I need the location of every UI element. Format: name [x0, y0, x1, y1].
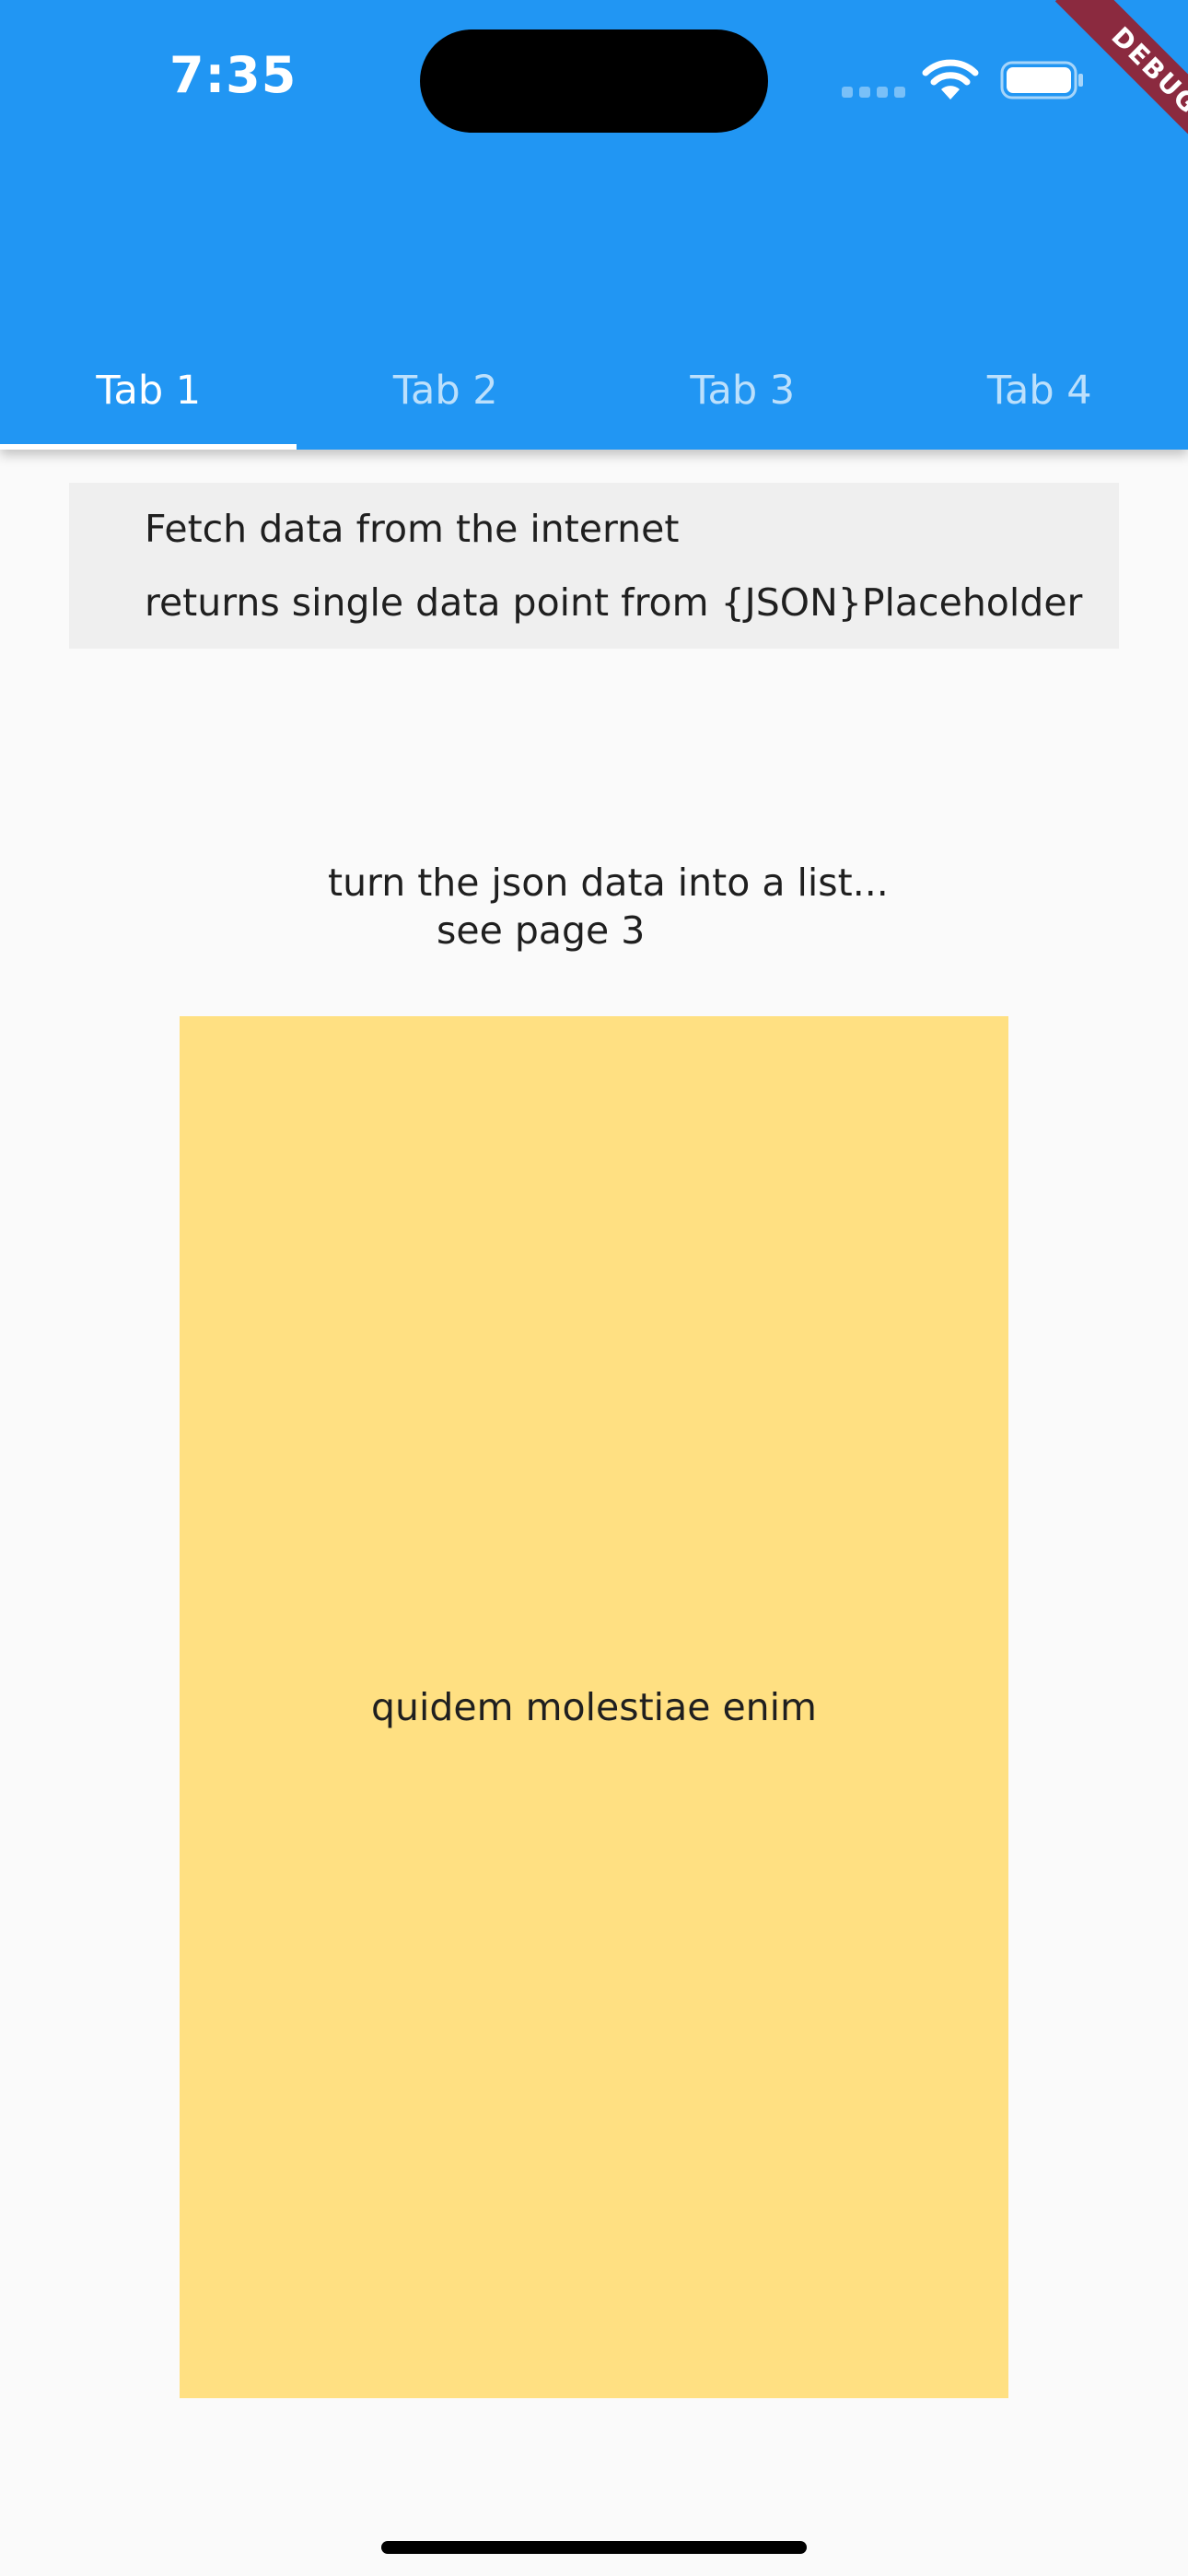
cellular-signal-icon [842, 87, 906, 100]
info-title: Fetch data from the internet [145, 507, 680, 551]
data-card: quidem molestiae enim [180, 1016, 1008, 2398]
tab-4-label: Tab 4 [986, 368, 1092, 414]
wifi-icon [922, 59, 979, 100]
note-line-2: see page 3 [437, 908, 646, 953]
note-text: turn the json data into a list... see pa… [328, 859, 917, 954]
note-line-1: turn the json data into a list... [328, 861, 889, 905]
dynamic-island [420, 29, 768, 133]
info-subtitle: returns single data point from {JSON}Pla… [145, 580, 1083, 625]
status-time: 7:35 [169, 46, 297, 104]
tab-1[interactable]: Tab 1 [0, 332, 297, 450]
selected-tab-indicator [0, 444, 297, 450]
debug-banner: DEBUG [995, 0, 1188, 193]
info-box: Fetch data from the internet returns sin… [69, 483, 1119, 649]
tab-2-label: Tab 2 [392, 368, 498, 414]
home-indicator[interactable] [381, 2541, 807, 2554]
tab-2[interactable]: Tab 2 [297, 332, 595, 450]
tab-1-label: Tab 1 [96, 368, 202, 414]
tab-3-label: Tab 3 [690, 368, 796, 414]
tab-4[interactable]: Tab 4 [891, 332, 1188, 450]
data-card-text: quidem molestiae enim [370, 1685, 817, 1729]
tab-bar: Tab 1 Tab 2 Tab 3 Tab 4 [0, 332, 1188, 450]
tab-3[interactable]: Tab 3 [594, 332, 891, 450]
debug-banner-label: DEBUG [1054, 0, 1188, 171]
